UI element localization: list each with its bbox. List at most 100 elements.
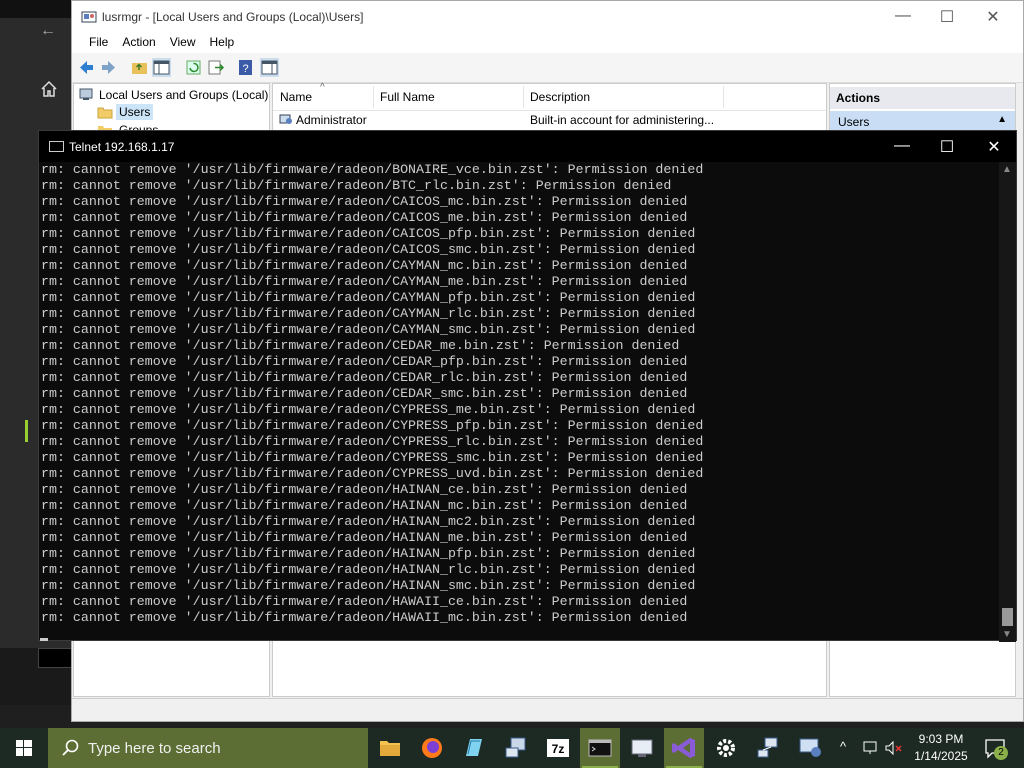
terminal-line: rm: cannot remove '/usr/lib/firmware/rad… xyxy=(41,210,688,225)
vertical-scrollbar[interactable]: ▲ ▼ xyxy=(999,162,1016,642)
back-icon[interactable] xyxy=(77,58,96,77)
user-icon xyxy=(279,114,292,124)
status-bar xyxy=(72,698,1023,721)
volume-muted-icon[interactable] xyxy=(884,740,904,756)
terminal-line: rm: cannot remove '/usr/lib/firmware/rad… xyxy=(41,354,688,369)
telnet-titlebar: Telnet 192.168.1.17 — ☐ ✕ xyxy=(39,131,1016,162)
firefox-icon[interactable] xyxy=(412,728,452,768)
collapse-arrow-icon[interactable]: ▲ xyxy=(997,114,1007,125)
terminal-line: rm: cannot remove '/usr/lib/firmware/rad… xyxy=(41,594,688,609)
terminal-line: rm: cannot remove '/usr/lib/firmware/rad… xyxy=(41,258,688,273)
table-row[interactable]: Administrator Built-in account for admin… xyxy=(273,112,826,130)
actions-users-label: Users xyxy=(838,115,870,129)
terminal-line: rm: cannot remove '/usr/lib/firmware/rad… xyxy=(41,482,688,497)
clock-date: 1/14/2025 xyxy=(914,749,968,763)
menu-file[interactable]: File xyxy=(82,33,115,53)
background-window-lower xyxy=(0,648,75,705)
forward-icon[interactable] xyxy=(99,58,118,77)
show-hidden-icons-icon[interactable]: ^ xyxy=(840,739,846,754)
export-list-icon[interactable] xyxy=(206,58,225,77)
menu-help[interactable]: Help xyxy=(203,33,242,53)
terminal-output[interactable]: rm: cannot remove '/usr/lib/firmware/rad… xyxy=(40,162,1000,642)
tree-root[interactable]: Local Users and Groups (Local) xyxy=(99,88,268,102)
windows-start-icon[interactable] xyxy=(0,728,48,768)
menu-view[interactable]: View xyxy=(163,33,203,53)
tree-item-groups[interactable]: Groups xyxy=(119,123,158,130)
system-clock[interactable]: 9:03 PM 1/14/2025 xyxy=(905,731,977,765)
column-description[interactable]: Description xyxy=(530,90,590,104)
terminal-line: rm: cannot remove '/usr/lib/firmware/rad… xyxy=(41,578,696,593)
up-folder-icon[interactable] xyxy=(130,58,149,77)
close-button[interactable]: ✕ xyxy=(979,137,1009,157)
show-hide-action-pane-icon[interactable] xyxy=(260,58,279,77)
notification-center-icon[interactable]: 2 xyxy=(984,737,1008,760)
column-divider[interactable] xyxy=(723,86,724,108)
show-hide-console-tree-icon[interactable] xyxy=(152,58,171,77)
taskbar-search-box[interactable]: Type here to search xyxy=(48,728,368,768)
terminal-line: rm: cannot remove '/usr/lib/firmware/rad… xyxy=(41,306,696,321)
maximize-button[interactable]: ☐ xyxy=(932,137,962,157)
network-computer-icon[interactable] xyxy=(496,728,536,768)
background-window-titlebar xyxy=(0,0,75,18)
column-name[interactable]: Name xyxy=(280,90,312,104)
terminal-line: rm: cannot remove '/usr/lib/firmware/rad… xyxy=(41,466,704,481)
scroll-down-icon[interactable]: ▼ xyxy=(1002,629,1012,640)
terminal-line: rm: cannot remove '/usr/lib/firmware/rad… xyxy=(41,338,680,353)
minimize-button[interactable]: — xyxy=(888,7,918,25)
console-icon xyxy=(49,141,64,152)
menu-action[interactable]: Action xyxy=(115,33,162,53)
terminal-line: rm: cannot remove '/usr/lib/firmware/rad… xyxy=(41,290,696,305)
terminal-line: rm: cannot remove '/usr/lib/firmware/rad… xyxy=(41,418,704,433)
lusrmgr-app-icon xyxy=(81,11,97,23)
menubar: File Action View Help xyxy=(72,33,1023,53)
terminal-line: rm: cannot remove '/usr/lib/firmware/rad… xyxy=(41,226,696,241)
back-arrow-icon[interactable]: ← xyxy=(40,22,56,40)
scrollbar-thumb[interactable] xyxy=(1002,608,1013,626)
terminal-cursor xyxy=(40,638,48,641)
lusrmgr-titlebar: lusrmgr - [Local Users and Groups (Local… xyxy=(72,1,1023,33)
terminal-line: rm: cannot remove '/usr/lib/firmware/rad… xyxy=(41,370,688,385)
scroll-up-icon[interactable]: ▲ xyxy=(1002,164,1012,175)
terminal-line: rm: cannot remove '/usr/lib/firmware/rad… xyxy=(41,178,672,193)
terminal-line: rm: cannot remove '/usr/lib/firmware/rad… xyxy=(41,434,704,449)
help-icon[interactable]: ? xyxy=(236,58,255,77)
column-divider[interactable] xyxy=(523,86,524,108)
file-explorer-icon[interactable] xyxy=(370,728,410,768)
telnet-window: Telnet 192.168.1.17 — ☐ ✕ rm: cannot rem… xyxy=(38,130,1017,642)
terminal-line: rm: cannot remove '/usr/lib/firmware/rad… xyxy=(41,498,688,513)
home-icon[interactable] xyxy=(40,80,58,98)
terminal-line: rm: cannot remove '/usr/lib/firmware/rad… xyxy=(41,386,688,401)
terminal-icon[interactable] xyxy=(580,728,620,768)
terminal-line: rm: cannot remove '/usr/lib/firmware/rad… xyxy=(41,546,696,561)
terminal-line: rm: cannot remove '/usr/lib/firmware/rad… xyxy=(41,530,688,545)
visual-studio-icon[interactable] xyxy=(664,728,704,768)
telnet-title: Telnet 192.168.1.17 xyxy=(69,140,175,154)
notification-count: 2 xyxy=(994,746,1008,760)
minimize-button[interactable]: — xyxy=(887,137,917,155)
tree-item-users[interactable]: Users xyxy=(116,104,154,120)
7zip-icon[interactable]: 7z xyxy=(538,728,578,768)
folder-icon xyxy=(97,107,113,119)
network-icon[interactable] xyxy=(862,740,880,756)
sort-ascending-icon: ^ xyxy=(320,82,325,93)
computer-management-icon[interactable] xyxy=(790,728,830,768)
terminal-line: rm: cannot remove '/usr/lib/firmware/rad… xyxy=(41,402,696,417)
settings-gear-icon[interactable] xyxy=(706,728,746,768)
maximize-button[interactable]: ☐ xyxy=(932,7,962,27)
remote-desktop-icon[interactable] xyxy=(622,728,662,768)
lusrmgr-title: lusrmgr - [Local Users and Groups (Local… xyxy=(102,10,364,24)
7zip-label: 7z xyxy=(552,742,565,756)
terminal-line: rm: cannot remove '/usr/lib/firmware/rad… xyxy=(41,274,688,289)
column-full-name[interactable]: Full Name xyxy=(380,90,435,104)
refresh-icon[interactable] xyxy=(184,58,203,77)
svg-text:?: ? xyxy=(242,63,248,75)
column-divider[interactable] xyxy=(373,86,374,108)
terminal-line: rm: cannot remove '/usr/lib/firmware/rad… xyxy=(41,450,704,465)
notepad-icon[interactable] xyxy=(454,728,494,768)
terminal-line: rm: cannot remove '/usr/lib/firmware/rad… xyxy=(41,162,704,177)
terminal-line: rm: cannot remove '/usr/lib/firmware/rad… xyxy=(41,610,688,625)
close-button[interactable]: ✕ xyxy=(978,7,1008,27)
terminal-line: rm: cannot remove '/usr/lib/firmware/rad… xyxy=(41,514,696,529)
row-name: Administrator xyxy=(296,113,367,127)
network-admin-icon[interactable] xyxy=(748,728,788,768)
